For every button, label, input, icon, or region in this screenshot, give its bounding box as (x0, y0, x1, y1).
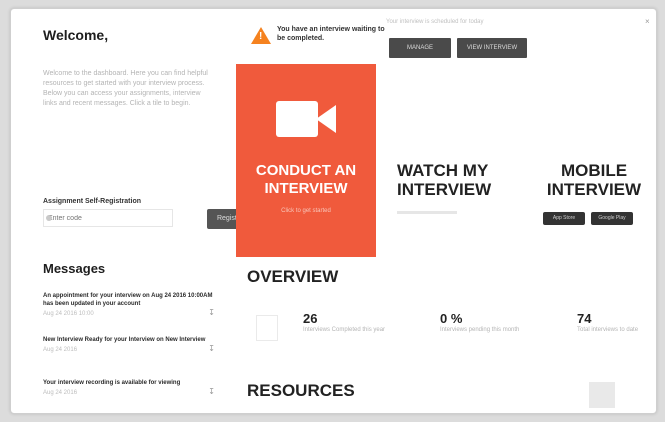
radio-dot-icon (46, 215, 52, 221)
conduct-interview-subtitle: Click to get started (281, 208, 331, 214)
notification-text: You have an interview waiting to be comp… (277, 26, 385, 42)
message-item[interactable]: Your interview recording is available fo… (43, 379, 215, 396)
stat-label: Interviews pending this month (440, 327, 520, 333)
document-icon (256, 315, 278, 341)
stat-block: 74 Total interviews to date (577, 311, 647, 334)
stat-block: 0 % Interviews pending this month (440, 311, 550, 334)
stat-label: Interviews Completed this year (303, 327, 386, 333)
message-text: Your interview recording is available fo… (43, 380, 181, 386)
message-item[interactable]: An appointment for your interview on Aug… (43, 292, 215, 317)
app-store-button[interactable]: App Store (543, 212, 585, 225)
message-item[interactable]: New Interview Ready for your Interview o… (43, 336, 215, 353)
welcome-title: Welcome, (43, 27, 109, 43)
stat-value: 26 (303, 311, 318, 326)
stat-value: 74 (577, 311, 592, 326)
warning-icon-mark: ! (259, 31, 263, 42)
message-meta: Aug 24 2016 (43, 390, 78, 396)
video-camera-lens-icon (316, 105, 336, 133)
left-panel: Welcome, Welcome to the dashboard. Here … (11, 9, 253, 413)
assignment-code-input[interactable] (43, 209, 173, 227)
download-icon[interactable]: ↧ (208, 344, 215, 353)
mobile-interview-title: MOBILE INTERVIEW (546, 161, 642, 199)
google-play-button[interactable]: Google Play (591, 212, 633, 225)
stat-value: 0 % (440, 311, 463, 326)
resources-title: RESOURCES (247, 381, 355, 400)
stat-label: Total interviews to date (577, 327, 639, 333)
message-meta: Aug 24 2016 (43, 347, 78, 353)
message-text: An appointment for your interview on Aug… (43, 293, 213, 307)
download-icon[interactable]: ↧ (208, 308, 215, 317)
message-text: New Interview Ready for your Interview o… (43, 337, 206, 343)
welcome-text: Welcome to the dashboard. Here you can f… (43, 70, 208, 107)
conduct-interview-title: CONDUCT AN INTERVIEW (255, 162, 357, 197)
dashboard-card: Welcome, Welcome to the dashboard. Here … (10, 8, 657, 414)
messages-title: Messages (43, 261, 106, 276)
message-meta: Aug 24 2016 10:00 (43, 311, 94, 317)
watch-interview-underline (397, 211, 457, 214)
overview-title: OVERVIEW (247, 267, 339, 286)
close-icon[interactable]: × (645, 17, 650, 26)
stat-block: 26 Interviews Completed this year (303, 311, 413, 334)
resource-thumbnail[interactable] (589, 382, 615, 408)
manage-button[interactable]: MANAGE (389, 38, 451, 58)
assignment-row: Register (43, 209, 253, 229)
download-icon[interactable]: ↧ (208, 387, 215, 396)
conduct-interview-tile[interactable]: CONDUCT AN INTERVIEW Click to get starte… (236, 64, 376, 257)
assignment-title: Assignment Self-Registration (43, 198, 142, 205)
interview-notification[interactable]: ! You have an interview waiting to be co… (251, 23, 401, 59)
watch-interview-link[interactable]: WATCH MY INTERVIEW (397, 161, 507, 199)
top-info-text: Your interview is scheduled for today (386, 19, 484, 25)
view-interview-button[interactable]: VIEW INTERVIEW (457, 38, 527, 58)
video-camera-icon (276, 101, 318, 137)
